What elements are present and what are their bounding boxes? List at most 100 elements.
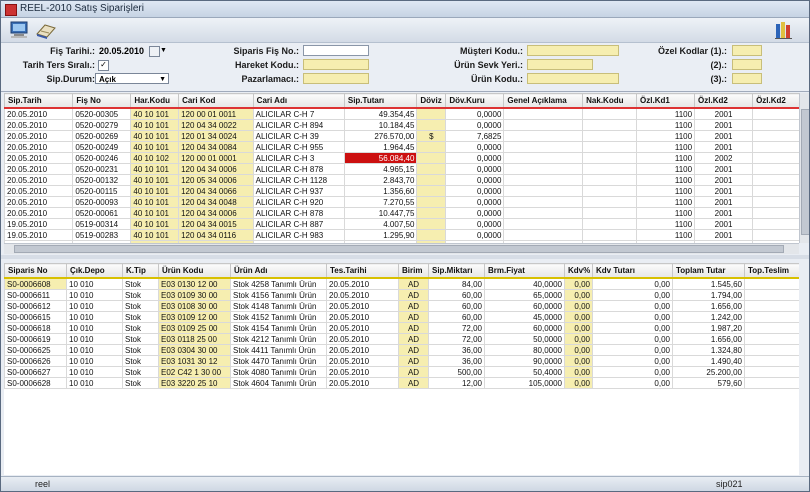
orders-cell[interactable] [582,141,638,153]
items-cell[interactable]: 45,0000 [484,311,565,323]
items-cell[interactable]: E03 3220 25 10 [158,377,231,389]
items-cell[interactable]: Stok [122,300,159,312]
orders-cell[interactable]: 2001 [694,207,754,219]
grid-splitter[interactable] [1,255,809,259]
orders-header-11[interactable]: Özl.Kd2 [694,93,754,109]
orders-cell[interactable]: 1.356,60 [343,185,418,197]
orders-cell[interactable] [582,185,638,197]
items-cell[interactable]: 0,00 [592,289,673,301]
orders-header-10[interactable]: Özl.Kd1 [636,93,696,109]
orders-cell[interactable]: 0,0000 [445,141,505,153]
items-cell[interactable]: E03 0109 25 00 [158,322,231,334]
orders-cell[interactable]: 40 10 102 [130,152,180,164]
items-cell[interactable]: Stok [122,377,159,389]
items-cell[interactable]: 0,00 [744,277,799,290]
orders-cell[interactable]: 4.007,50 [343,218,418,230]
orders-header-2[interactable]: Har.Kodu [130,93,180,109]
orders-cell[interactable]: 2001 [694,174,754,186]
orders-cell[interactable] [752,152,799,164]
orders-cell[interactable] [503,207,584,219]
orders-cell[interactable]: 120 04 34 0015 [178,218,254,230]
items-cell[interactable]: 0,00 [564,355,593,367]
orders-cell[interactable]: 1.964,45 [343,141,418,153]
orders-cell[interactable] [416,207,447,219]
items-cell[interactable]: 0,00 [564,377,593,389]
items-cell[interactable]: E03 0118 25 00 [158,333,231,345]
orders-cell[interactable] [503,218,584,230]
orders-cell[interactable] [752,107,799,120]
orders-cell[interactable]: 120 04 34 0066 [178,185,254,197]
orders-cell[interactable] [752,163,799,175]
items-cell[interactable]: 0,00 [744,366,799,378]
items-header-9[interactable]: Kdv% [564,263,593,279]
orders-cell[interactable]: 1100 [636,207,696,219]
items-cell[interactable]: 20.05.2010 [326,300,399,312]
orders-cell[interactable] [416,218,447,230]
items-cell[interactable]: 20.05.2010 [326,333,399,345]
items-cell[interactable]: 0,00 [592,333,673,345]
orders-cell[interactable]: 0,0000 [445,207,505,219]
items-cell[interactable]: 20.05.2010 [326,355,399,367]
items-cell[interactable]: E03 0109 30 00 [158,289,231,301]
items-cell[interactable]: 20.05.2010 [326,289,399,301]
items-cell[interactable]: 10 010 [66,289,123,301]
orders-cell[interactable]: 7,6825 [445,130,505,142]
items-cell[interactable]: 20.05.2010 [326,366,399,378]
orders-cell[interactable]: 0520-00269 [72,130,132,142]
items-cell[interactable]: Stok 4212 Tanımlı Ürün [230,333,327,345]
orders-vertical-scrollbar[interactable] [799,93,809,243]
items-cell[interactable]: 1.656,00 [672,333,745,345]
orders-cell[interactable]: 0519-00283 [72,229,132,241]
orders-cell[interactable]: 19.05.2010 [4,218,74,230]
orders-cell[interactable] [416,174,447,186]
orders-cell[interactable]: 0,0000 [445,107,505,120]
orders-cell[interactable] [503,119,584,131]
items-cell[interactable]: Stok [122,333,159,345]
orders-header-0[interactable]: Sip.Tarih [4,93,74,109]
items-cell[interactable]: 20.05.2010 [326,277,399,290]
orders-row[interactable]: 20.05.2010 0520-00093 40 10 101 120 04 34 0… [4,196,799,208]
items-cell[interactable]: S0-0006608 [4,277,67,290]
items-cell[interactable]: S0-0006611 [4,289,67,301]
siparis-fis-input[interactable] [303,45,369,56]
items-cell[interactable]: 1.242,00 [672,311,745,323]
items-row[interactable]: S0-0006619 10 010 Stok E03 0118 25 00 Stok 4… [4,333,799,345]
orders-cell[interactable]: 20.05.2010 [4,196,74,208]
book-icon[interactable] [35,20,57,40]
orders-cell[interactable]: 20.05.2010 [4,130,74,142]
orders-cell[interactable] [582,152,638,164]
orders-cell[interactable]: 40 10 101 [130,174,180,186]
items-cell[interactable]: 12,00 [428,377,485,389]
orders-cell[interactable] [503,196,584,208]
items-cell[interactable]: 0,00 [592,300,673,312]
orders-cell[interactable]: 1100 [636,119,696,131]
orders-cell[interactable]: ALICILAR C-H 39 [252,130,345,142]
orders-cell[interactable]: 0520-00093 [72,196,132,208]
items-cell[interactable]: 0,00 [564,322,593,334]
items-cell[interactable]: 0,00 [564,333,593,345]
tarih-ters-checkbox[interactable]: ✓ [98,60,109,71]
orders-cell[interactable]: ALICILAR C-H 887 [252,218,345,230]
urun-sevk-input[interactable]: __ __ __ [527,59,593,70]
orders-cell[interactable]: 0,0000 [445,196,505,208]
pazarlamaci-input[interactable]: __ __ __ [303,73,369,84]
orders-cell[interactable]: 20.05.2010 [4,152,74,164]
orders-cell[interactable]: 40 10 101 [130,141,180,153]
orders-cell[interactable] [416,196,447,208]
items-cell[interactable]: 0,00 [744,344,799,356]
orders-row[interactable]: 20.05.2010 0520-00115 40 10 101 120 04 34 0… [4,185,799,197]
orders-cell[interactable] [752,196,799,208]
items-cell[interactable]: 1.987,20 [672,322,745,334]
items-cell[interactable]: 0,00 [564,366,593,378]
orders-cell[interactable]: 0520-00231 [72,163,132,175]
orders-cell[interactable]: 0,0000 [445,174,505,186]
orders-cell[interactable]: 120 04 34 0084 [178,141,254,153]
orders-cell[interactable]: 0520-00279 [72,119,132,131]
items-cell[interactable]: 72,00 [428,322,485,334]
orders-cell[interactable]: 40 10 101 [130,130,180,142]
orders-cell[interactable]: 20.05.2010 [4,119,74,131]
orders-cell[interactable] [752,229,799,241]
orders-cell[interactable] [503,152,584,164]
orders-cell[interactable]: 40 10 101 [130,218,180,230]
items-cell[interactable]: Stok [122,366,159,378]
